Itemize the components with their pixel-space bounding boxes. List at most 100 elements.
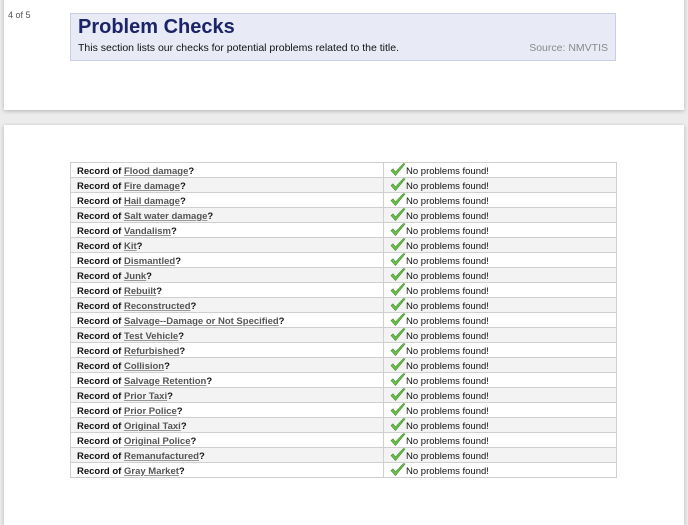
section-header: Problem Checks This section lists our ch…	[70, 13, 616, 61]
question-mark: ?	[206, 376, 213, 387]
record-type-link[interactable]: Refurbished	[124, 346, 179, 357]
record-type-link[interactable]: Prior Taxi	[124, 391, 167, 402]
question-mark: ?	[278, 316, 285, 327]
check-result-cell: No problems found!	[383, 402, 617, 418]
question-mark: ?	[198, 451, 205, 462]
record-type-link[interactable]: Flood damage	[124, 166, 188, 177]
question-mark: ?	[178, 466, 185, 477]
check-icon	[390, 403, 406, 416]
check-result-cell: No problems found!	[383, 297, 617, 313]
check-icon	[390, 178, 406, 191]
check-label-cell: Record of Dismantled?	[70, 252, 384, 268]
check-result-text: No problems found!	[406, 466, 489, 477]
check-result-text: No problems found!	[406, 421, 489, 432]
record-type-link[interactable]: Dismantled	[124, 256, 175, 267]
check-result-text: No problems found!	[406, 301, 489, 312]
record-prefix: Record of	[77, 256, 122, 267]
check-result-cell: No problems found!	[383, 282, 617, 298]
question-mark: ?	[207, 211, 214, 222]
check-icon	[390, 298, 406, 311]
table-row: Record of Vandalism? No problems found!	[70, 222, 617, 238]
record-type-link[interactable]: Reconstructed	[124, 301, 191, 312]
check-icon	[390, 328, 406, 341]
record-type-link[interactable]: Remanufactured	[124, 451, 199, 462]
table-row: Record of Original Taxi? No problems foun…	[70, 417, 617, 433]
record-type-link[interactable]: Vandalism	[124, 226, 171, 237]
check-icon	[390, 343, 406, 356]
check-label-cell: Record of Reconstructed?	[70, 297, 384, 313]
question-mark: ?	[178, 331, 185, 342]
check-label-cell: Record of Original Taxi?	[70, 417, 384, 433]
table-row: Record of Test Vehicle? No problems found…	[70, 327, 617, 343]
check-label-cell: Record of Salvage Retention?	[70, 372, 384, 388]
check-result-text: No problems found!	[406, 241, 489, 252]
record-type-link[interactable]: Salvage--Damage or Not Specified	[124, 316, 279, 327]
report-page-top: 4 of 5 Problem Checks This section lists…	[4, 0, 684, 110]
record-type-link[interactable]: Salvage Retention	[124, 376, 206, 387]
check-result-cell: No problems found!	[383, 237, 617, 253]
record-type-link[interactable]: Kit	[124, 241, 137, 252]
check-icon	[390, 373, 406, 386]
record-prefix: Record of	[77, 436, 122, 447]
check-result-cell: No problems found!	[383, 447, 617, 463]
record-type-link[interactable]: Original Taxi	[124, 421, 181, 432]
check-icon	[390, 448, 406, 461]
check-result-text: No problems found!	[406, 376, 489, 387]
table-row: Record of Prior Taxi? No problems found!	[70, 387, 617, 403]
check-result-cell: No problems found!	[383, 342, 617, 358]
check-result-cell: No problems found!	[383, 462, 617, 478]
record-prefix: Record of	[77, 241, 122, 252]
data-source: Source: NMVTIS	[529, 42, 608, 54]
check-result-text: No problems found!	[406, 331, 489, 342]
problem-checks-table: Record of Flood damage? No problems found…	[70, 162, 617, 478]
record-prefix: Record of	[77, 316, 122, 327]
record-type-link[interactable]: Junk	[124, 271, 146, 282]
check-icon	[390, 463, 406, 476]
record-type-link[interactable]: Rebuilt	[124, 286, 156, 297]
section-description: This section lists our checks for potent…	[78, 42, 399, 54]
record-type-link[interactable]: Gray Market	[124, 466, 179, 477]
record-type-link[interactable]: Hail damage	[124, 196, 180, 207]
check-icon	[390, 208, 406, 221]
check-icon	[390, 268, 406, 281]
record-prefix: Record of	[77, 286, 122, 297]
record-prefix: Record of	[77, 346, 122, 357]
record-prefix: Record of	[77, 376, 122, 387]
record-type-link[interactable]: Fire damage	[124, 181, 180, 192]
check-result-text: No problems found!	[406, 166, 489, 177]
table-row: Record of Refurbished? No problems found!	[70, 342, 617, 358]
record-prefix: Record of	[77, 421, 122, 432]
record-prefix: Record of	[77, 181, 122, 192]
check-result-cell: No problems found!	[383, 252, 617, 268]
check-label-cell: Record of Original Police?	[70, 432, 384, 448]
record-prefix: Record of	[77, 271, 122, 282]
check-icon	[390, 313, 406, 326]
table-row: Record of Original Police? No problems fo…	[70, 432, 617, 448]
record-type-link[interactable]: Collision	[124, 361, 164, 372]
record-type-link[interactable]: Test Vehicle	[124, 331, 178, 342]
record-prefix: Record of	[77, 331, 122, 342]
question-mark: ?	[179, 196, 186, 207]
check-result-cell: No problems found!	[383, 267, 617, 283]
record-prefix: Record of	[77, 166, 122, 177]
check-label-cell: Record of Rebuilt?	[70, 282, 384, 298]
record-type-link[interactable]: Original Police	[124, 436, 191, 447]
table-row: Record of Kit? No problems found!	[70, 237, 617, 253]
check-label-cell: Record of Prior Police?	[70, 402, 384, 418]
record-type-link[interactable]: Prior Police	[124, 406, 177, 417]
check-label-cell: Record of Gray Market?	[70, 462, 384, 478]
record-type-link[interactable]: Salt water damage	[124, 211, 207, 222]
check-result-cell: No problems found!	[383, 417, 617, 433]
check-label-cell: Record of Salt water damage?	[70, 207, 384, 223]
check-label-cell: Record of Flood damage?	[70, 162, 384, 178]
check-result-cell: No problems found!	[383, 387, 617, 403]
check-result-text: No problems found!	[406, 436, 489, 447]
check-result-text: No problems found!	[406, 196, 489, 207]
question-mark: ?	[179, 181, 186, 192]
check-icon	[390, 223, 406, 236]
check-result-text: No problems found!	[406, 391, 489, 402]
check-label-cell: Record of Remanufactured?	[70, 447, 384, 463]
check-result-cell: No problems found!	[383, 192, 617, 208]
record-prefix: Record of	[77, 301, 122, 312]
question-mark: ?	[179, 346, 186, 357]
